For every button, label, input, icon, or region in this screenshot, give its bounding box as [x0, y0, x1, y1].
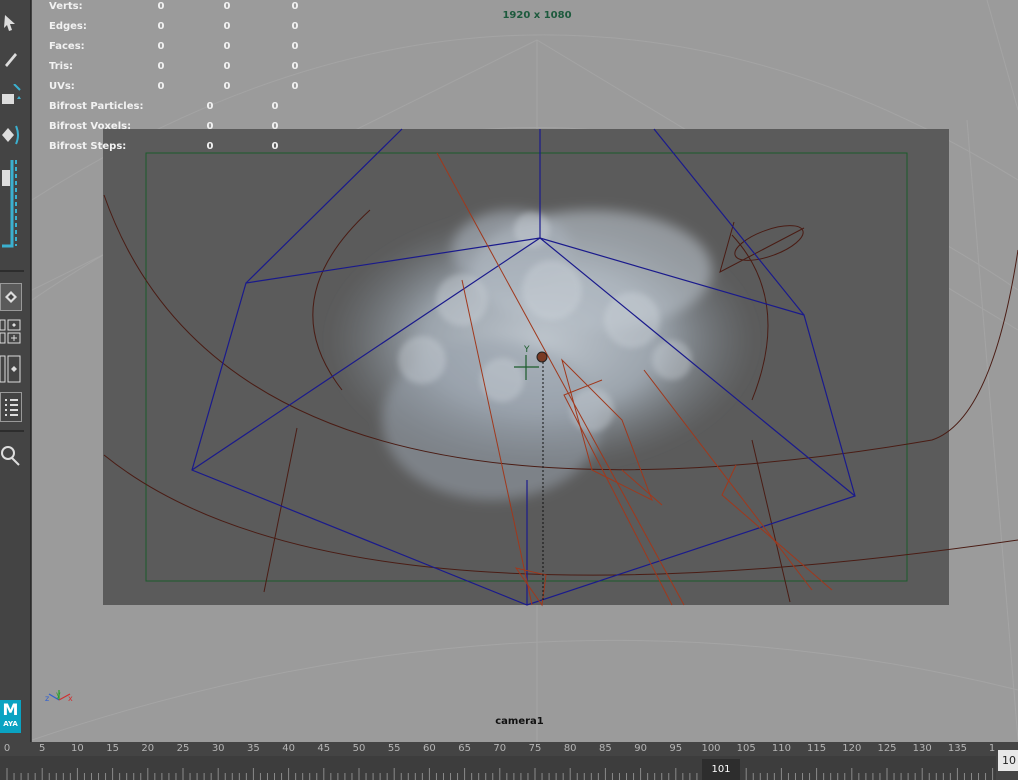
time-tick-label: 90 [634, 743, 647, 754]
axis-y-label: y [56, 690, 61, 699]
time-tick-label: 80 [563, 743, 577, 754]
hud-label: Tris: [49, 61, 74, 72]
hud-value: 0 [206, 101, 214, 112]
hud-value: 0 [223, 1, 231, 12]
viewport-panel[interactable]: Y z y x Verts: 0 0 0 Edges: 0 0 0 Faces: 0 0 0 Tris:… [32, 0, 1018, 742]
search-icon[interactable] [0, 443, 22, 469]
time-tick-label: 65 [458, 743, 471, 754]
hud-value: 0 [223, 41, 231, 52]
maya-logo-letter: M [2, 700, 19, 719]
time-tick-label: 120 [842, 743, 862, 754]
hud-value: 0 [206, 141, 214, 152]
hud-label: Edges: [49, 21, 87, 32]
time-tick-label: 40 [282, 743, 295, 754]
toolbox-divider-2 [0, 430, 24, 432]
time-tick-label: 1 [988, 743, 996, 754]
camera-name-label: camera1 [495, 716, 544, 727]
time-tick-label: 135 [947, 743, 967, 754]
layout-two-icon[interactable] [0, 354, 22, 384]
axis-z-label: z [45, 694, 49, 703]
time-tick-label: 50 [352, 743, 366, 754]
maya-logo-sub: AYA [3, 720, 18, 728]
time-tick-label: 95 [669, 743, 683, 754]
locator-label: Y [523, 345, 530, 355]
select-tool-icon[interactable] [0, 12, 22, 34]
pivot-handle [536, 351, 548, 363]
hud-value: 0 [157, 1, 165, 12]
maya-logo: M AYA [0, 700, 21, 733]
time-tick-label: 85 [599, 743, 612, 754]
outliner-icon[interactable] [0, 392, 22, 422]
time-tick-label: 70 [493, 743, 507, 754]
hud-value: 0 [271, 141, 279, 152]
hud-value: 0 [157, 81, 165, 92]
time-tick-label: 115 [807, 743, 827, 754]
time-tick-label: 25 [176, 743, 190, 754]
hud-label: Faces: [49, 41, 85, 52]
hud-value: 0 [291, 41, 299, 52]
hud-value: 0 [291, 1, 299, 12]
time-tick-label: 55 [387, 743, 401, 754]
time-tick-label: 100 [701, 743, 721, 754]
time-tick-label: 30 [211, 743, 225, 754]
move-tool-icon[interactable] [0, 84, 22, 114]
hud-value: 0 [223, 81, 231, 92]
toolbox-divider [0, 270, 24, 272]
time-tick-label: 15 [106, 743, 119, 754]
hud-value: 0 [223, 61, 231, 72]
scale-tool-icon[interactable] [0, 158, 28, 250]
time-tick-label: 0 [3, 743, 11, 754]
hud-value: 0 [157, 61, 165, 72]
axis-gizmo: z y x [45, 690, 73, 703]
time-tick-label: 125 [877, 743, 897, 754]
time-tick-label: 110 [771, 743, 791, 754]
hud-label: UVs: [49, 81, 75, 92]
time-slider[interactable]: 0 5 10 15 20 25 30 35 40 45 50 55 60 65 70 75 80 85 90 95 10… [0, 742, 1018, 780]
hud-value: 0 [271, 101, 279, 112]
hud-value: 0 [206, 121, 214, 132]
hud-value: 0 [223, 21, 231, 32]
rotate-tool-icon[interactable] [0, 120, 22, 150]
time-tick-label: 105 [736, 743, 756, 754]
hud-label: Verts: [49, 1, 83, 12]
hud-value: 0 [291, 61, 299, 72]
lasso-tool-icon[interactable] [0, 48, 22, 70]
hud-value: 0 [157, 21, 165, 32]
hud-value: 0 [271, 121, 279, 132]
time-tick-label: 5 [39, 743, 46, 754]
hud-value: 0 [291, 81, 299, 92]
hud-value: 0 [157, 41, 165, 52]
end-frame-field[interactable]: 10 [998, 750, 1018, 771]
axis-x-label: x [68, 694, 73, 703]
time-tick-label: 20 [141, 743, 155, 754]
hud-label: Bifrost Steps: [49, 141, 127, 152]
resolution-label: 1920 x 1080 [502, 10, 572, 21]
time-tick-label: 35 [247, 743, 260, 754]
time-tick-label: 45 [317, 743, 331, 754]
time-tick-label: 60 [423, 743, 436, 754]
layout-four-icon[interactable] [0, 318, 22, 346]
layout-single-icon[interactable] [0, 283, 22, 311]
toolbox: M AYA [0, 0, 31, 742]
hud-value: 0 [291, 21, 299, 32]
current-frame-indicator[interactable]: 101 [702, 759, 740, 780]
time-tick-label: 75 [528, 743, 542, 754]
viewport-scene: Y z y x [32, 0, 1018, 742]
time-tick-label: 10 [71, 743, 84, 754]
hud-label: Bifrost Particles: [49, 101, 144, 112]
time-tick-label: 130 [912, 743, 932, 754]
hud-label: Bifrost Voxels: [49, 121, 132, 132]
